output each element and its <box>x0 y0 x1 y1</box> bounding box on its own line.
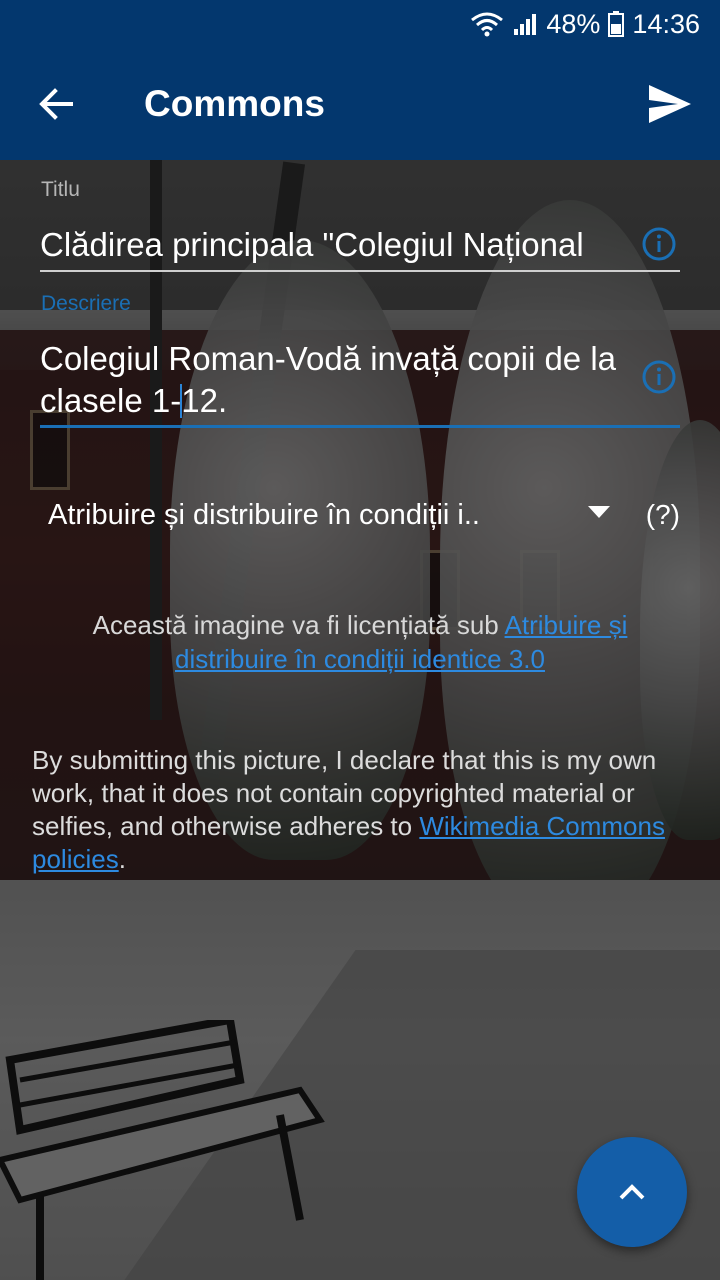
clock: 14:36 <box>632 8 700 39</box>
wifi-icon <box>470 11 504 37</box>
title-label: Titlu <box>41 178 80 201</box>
info-icon[interactable] <box>641 359 677 395</box>
info-icon[interactable] <box>641 226 677 262</box>
scroll-up-fab[interactable] <box>577 1137 687 1247</box>
app-title: Commons <box>144 83 325 124</box>
license-note: Această imagine va fi licențiată sub Atr… <box>40 608 680 676</box>
send-icon <box>649 85 691 123</box>
license-dropdown[interactable]: Atribuire și distribuire în condiții i..… <box>48 490 688 540</box>
license-help-button[interactable]: (?) <box>646 499 680 531</box>
status-bar: 48% 14:36 <box>0 0 720 48</box>
arrow-back-icon <box>39 88 73 120</box>
title-input[interactable]: Clădirea principala "Colegiul Național <box>40 224 640 266</box>
send-button[interactable] <box>642 76 698 132</box>
description-input[interactable]: Colegiul Roman-Vodă invață copii de la c… <box>40 338 640 422</box>
app-bar: Commons <box>0 48 720 160</box>
battery-icon <box>608 11 625 37</box>
description-text-before-cursor: Colegiul Roman-Vodă invață copii de la c… <box>40 340 617 419</box>
declaration-text: By submitting this picture, I declare th… <box>32 744 682 876</box>
battery-percent: 48% <box>546 8 601 39</box>
license-selected: Atribuire și distribuire în condiții i.. <box>48 498 480 531</box>
chevron-up-icon <box>619 1184 645 1200</box>
license-note-text: Această imagine va fi licențiată sub <box>92 610 505 640</box>
chevron-down-icon <box>588 506 610 518</box>
description-text-after-cursor: 12. <box>181 382 228 419</box>
signal-icon <box>512 11 538 37</box>
description-label: Descriere <box>41 292 131 315</box>
declaration-suffix: . <box>118 844 126 874</box>
upload-form: Titlu Clădirea principala "Colegiul Nați… <box>0 160 720 1280</box>
title-underline <box>40 270 680 272</box>
back-button[interactable] <box>28 76 84 132</box>
description-underline <box>40 425 680 428</box>
